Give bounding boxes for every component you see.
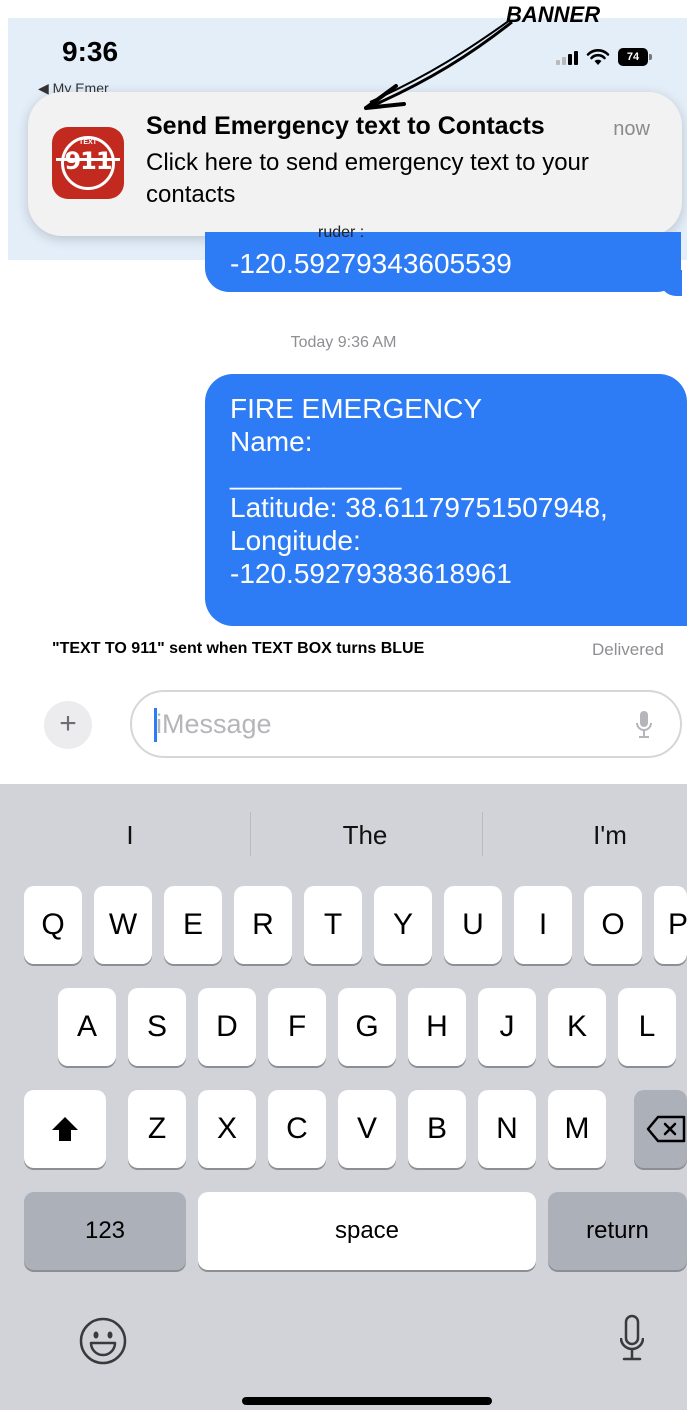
message-line: Name: <box>230 426 313 457</box>
microphone-icon[interactable] <box>620 1314 644 1368</box>
key-a[interactable]: A <box>58 988 116 1066</box>
suggestion-the[interactable]: The <box>300 820 430 851</box>
message-line: Latitude: 38.61179751507948, <box>230 492 608 523</box>
text-911-app-icon: TEXT 911 <box>52 127 124 199</box>
key-w[interactable]: W <box>94 886 152 964</box>
annotation-arrow-icon <box>364 19 513 110</box>
message-line: ___________ <box>230 459 402 490</box>
key-g[interactable]: G <box>338 988 396 1066</box>
key-s[interactable]: S <box>128 988 186 1066</box>
previous-bubble-tail <box>660 270 682 296</box>
notification-body: Click here to send emergency text to you… <box>146 149 589 208</box>
key-b[interactable]: B <box>408 1090 466 1168</box>
suggestion-im[interactable]: I'm <box>560 820 660 851</box>
return-key[interactable]: return <box>548 1192 687 1270</box>
shift-key[interactable] <box>24 1090 106 1168</box>
key-v[interactable]: V <box>338 1090 396 1168</box>
key-r[interactable]: R <box>234 886 292 964</box>
key-y[interactable]: Y <box>374 886 432 964</box>
imessage-input[interactable]: iMessage <box>130 690 682 758</box>
key-j[interactable]: J <box>478 988 536 1066</box>
home-indicator[interactable] <box>242 1397 492 1405</box>
delete-key[interactable] <box>634 1090 687 1168</box>
emoji-icon[interactable] <box>78 1316 128 1366</box>
key-e[interactable]: E <box>164 886 222 964</box>
annotation-caption: "TEXT TO 911" sent when TEXT BOX turns B… <box>52 640 425 657</box>
suggestion-i[interactable]: I <box>90 820 170 851</box>
text-cursor <box>154 708 157 742</box>
suggestion-divider <box>250 812 251 856</box>
key-i[interactable]: I <box>514 886 572 964</box>
message-line: FIRE EMERGENCY <box>230 393 483 424</box>
numbers-key[interactable]: 123 <box>24 1192 186 1270</box>
apps-plus-button[interactable]: + <box>44 701 92 749</box>
key-t[interactable]: T <box>304 886 362 964</box>
delete-icon <box>646 1115 685 1143</box>
previous-message-fragment: ruder : <box>318 224 365 241</box>
key-u[interactable]: U <box>444 886 502 964</box>
sent-message-bubble[interactable]: FIRE EMERGENCY Name: ___________ Latitud… <box>205 374 687 626</box>
key-c[interactable]: C <box>268 1090 326 1168</box>
shift-icon <box>52 1117 78 1141</box>
previous-message-text: -120.59279343605539 <box>230 248 512 279</box>
key-h[interactable]: H <box>408 988 466 1066</box>
delivery-status: Delivered <box>592 640 664 659</box>
key-k[interactable]: K <box>548 988 606 1066</box>
dictation-microphone-icon[interactable] <box>636 710 652 740</box>
key-n[interactable]: N <box>478 1090 536 1168</box>
message-line: Longitude: <box>230 525 361 556</box>
key-p[interactable]: P <box>654 886 687 964</box>
key-o[interactable]: O <box>584 886 642 964</box>
key-x[interactable]: X <box>198 1090 256 1168</box>
key-l[interactable]: L <box>618 988 676 1066</box>
message-line: -120.59279383618961 <box>230 558 512 589</box>
suggestion-divider <box>482 812 483 856</box>
message-timestamp: Today 9:36 AM <box>290 334 397 351</box>
key-d[interactable]: D <box>198 988 256 1066</box>
key-z[interactable]: Z <box>128 1090 186 1168</box>
key-q[interactable]: Q <box>24 886 82 964</box>
input-placeholder: iMessage <box>156 709 272 739</box>
space-key[interactable]: space <box>198 1192 536 1270</box>
key-f[interactable]: F <box>268 988 326 1066</box>
key-m[interactable]: M <box>548 1090 606 1168</box>
